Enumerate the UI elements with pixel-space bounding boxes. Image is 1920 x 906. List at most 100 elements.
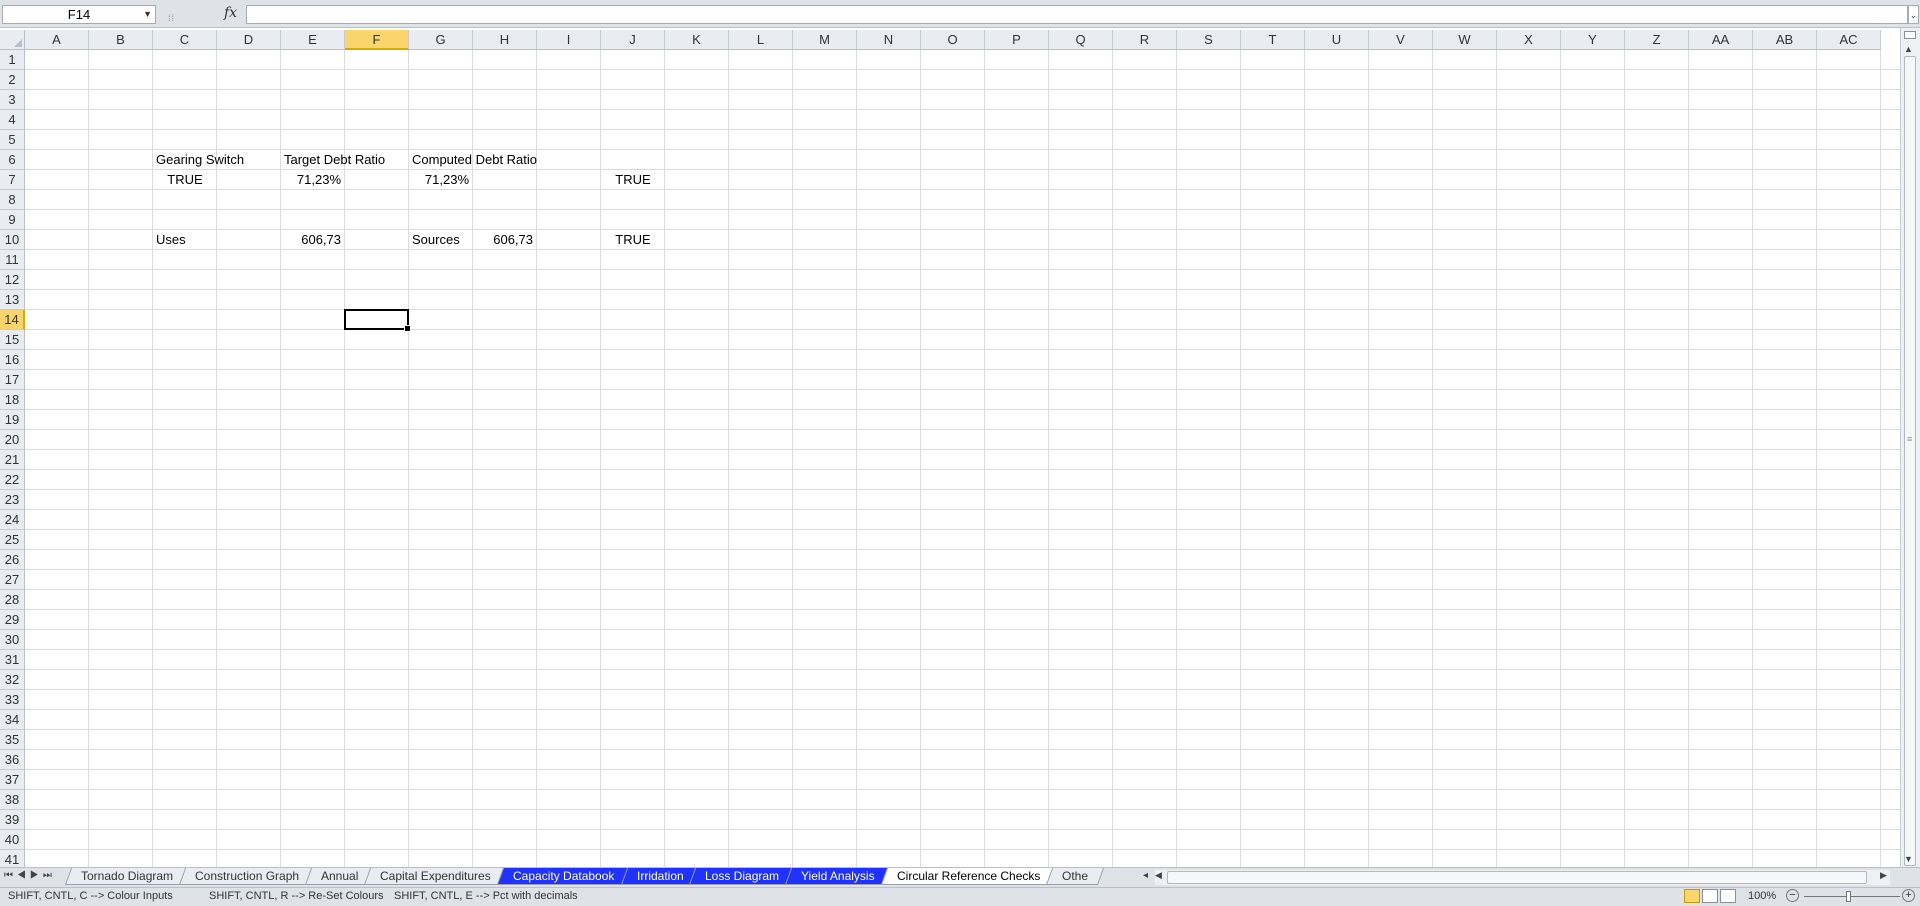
row-header[interactable]: 29 xyxy=(0,610,25,630)
row-header[interactable]: 32 xyxy=(0,670,25,690)
sheet-tab[interactable]: Tornado Diagram xyxy=(64,868,190,885)
column-header[interactable]: Q xyxy=(1049,30,1113,50)
sheet-tab[interactable]: Othe xyxy=(1046,868,1105,885)
row-header[interactable]: 23 xyxy=(0,490,25,510)
column-header[interactable]: R xyxy=(1113,30,1177,50)
column-header[interactable]: U xyxy=(1305,30,1369,50)
column-header[interactable]: Y xyxy=(1561,30,1625,50)
scroll-up-icon[interactable]: ▲ xyxy=(1904,44,1913,54)
column-header[interactable]: Z xyxy=(1625,30,1689,50)
column-header[interactable]: AB xyxy=(1753,30,1817,50)
cell-g7[interactable]: 71,23% xyxy=(409,170,469,190)
cell-h10[interactable]: 606,73 xyxy=(473,230,533,250)
column-header[interactable]: P xyxy=(985,30,1049,50)
scroll-left-icon[interactable]: ◀ xyxy=(1155,870,1162,881)
column-header[interactable]: T xyxy=(1241,30,1305,50)
horizontal-scroll-thumb[interactable] xyxy=(1167,871,1867,884)
row-header[interactable]: 30 xyxy=(0,630,25,650)
column-header[interactable]: L xyxy=(729,30,793,50)
cell-c10[interactable]: Uses xyxy=(156,230,186,250)
last-sheet-icon[interactable]: ⏭ xyxy=(43,870,56,881)
row-header[interactable]: 33 xyxy=(0,690,25,710)
column-header[interactable]: V xyxy=(1369,30,1433,50)
insert-function-icon[interactable]: fx xyxy=(224,5,237,21)
column-header[interactable]: C xyxy=(153,30,217,50)
row-header[interactable]: 17 xyxy=(0,370,25,390)
column-header[interactable]: K xyxy=(665,30,729,50)
zoom-in-icon[interactable]: + xyxy=(1902,889,1915,902)
column-header[interactable]: AC xyxy=(1817,30,1881,50)
row-header[interactable]: 9 xyxy=(0,210,25,230)
row-header[interactable]: 28 xyxy=(0,590,25,610)
zoom-slider-thumb[interactable] xyxy=(1846,891,1851,902)
row-header[interactable]: 16 xyxy=(0,350,25,370)
normal-view-icon[interactable] xyxy=(1684,889,1700,903)
column-header[interactable]: A xyxy=(25,30,89,50)
row-header[interactable]: 22 xyxy=(0,470,25,490)
sheet-tab[interactable]: Irridation xyxy=(620,868,700,885)
row-header[interactable]: 24 xyxy=(0,510,25,530)
formula-input[interactable] xyxy=(246,5,1908,24)
column-header[interactable]: N xyxy=(857,30,921,50)
zoom-out-icon[interactable]: − xyxy=(1786,889,1799,902)
column-header[interactable]: S xyxy=(1177,30,1241,50)
vertical-scroll-thumb[interactable] xyxy=(1904,56,1916,866)
cell-g6[interactable]: Computed Debt Ratio xyxy=(412,150,537,170)
row-header[interactable]: 15 xyxy=(0,330,25,350)
row-header[interactable]: 39 xyxy=(0,810,25,830)
row-header[interactable]: 4 xyxy=(0,110,25,130)
column-header[interactable]: I xyxy=(537,30,601,50)
cell-e6[interactable]: Target Debt Ratio xyxy=(284,150,385,170)
horizontal-scrollbar[interactable]: ◀ ▶ xyxy=(1155,870,1890,885)
sheet-tab[interactable]: Capacity Databook xyxy=(497,868,631,885)
row-header[interactable]: 27 xyxy=(0,570,25,590)
column-header[interactable]: F xyxy=(345,30,409,50)
row-header[interactable]: 40 xyxy=(0,830,25,850)
page-break-view-icon[interactable] xyxy=(1720,889,1736,903)
row-header[interactable]: 6 xyxy=(0,150,25,170)
row-header[interactable]: 14 xyxy=(0,310,25,330)
chevron-down-icon[interactable]: ▼ xyxy=(143,6,152,23)
row-header[interactable]: 7 xyxy=(0,170,25,190)
tab-navigation-icons[interactable]: ⏮◀▶⏭ xyxy=(4,870,56,881)
row-header[interactable]: 1 xyxy=(0,50,25,70)
cell-e7[interactable]: 71,23% xyxy=(281,170,341,190)
cell-g10[interactable]: Sources xyxy=(412,230,460,250)
row-header[interactable]: 21 xyxy=(0,450,25,470)
cell-c7[interactable]: TRUE xyxy=(153,170,217,190)
row-header[interactable]: 2 xyxy=(0,70,25,90)
prev-sheet-icon[interactable]: ◀ xyxy=(17,870,30,881)
column-header[interactable]: W xyxy=(1433,30,1497,50)
cell-e10[interactable]: 606,73 xyxy=(281,230,341,250)
column-header[interactable]: D xyxy=(217,30,281,50)
column-header[interactable]: J xyxy=(601,30,665,50)
row-header[interactable]: 25 xyxy=(0,530,25,550)
row-header[interactable]: 31 xyxy=(0,650,25,670)
row-header[interactable]: 34 xyxy=(0,710,25,730)
row-header[interactable]: 10 xyxy=(0,230,25,250)
cell-j7[interactable]: TRUE xyxy=(601,170,665,190)
cell-area[interactable]: Gearing Switch Target Debt Ratio Computed … xyxy=(25,50,1900,870)
column-header[interactable]: G xyxy=(409,30,473,50)
next-sheet-icon[interactable]: ▶ xyxy=(30,870,43,881)
vertical-scrollbar[interactable]: ▲ ≡ ▼ xyxy=(1900,28,1920,868)
row-header[interactable]: 19 xyxy=(0,410,25,430)
first-sheet-icon[interactable]: ⏮ xyxy=(4,870,17,881)
scroll-right-icon[interactable]: ▶ xyxy=(1880,870,1887,881)
cell-j10[interactable]: TRUE xyxy=(601,230,665,250)
sheet-tab[interactable]: Loss Diagram xyxy=(689,868,796,885)
row-header[interactable]: 20 xyxy=(0,430,25,450)
row-header[interactable]: 38 xyxy=(0,790,25,810)
tab-split-icon[interactable]: ◂ xyxy=(1143,870,1148,881)
column-header[interactable]: X xyxy=(1497,30,1561,50)
name-box[interactable]: F14 ▼ xyxy=(2,5,156,24)
formula-expand-icon[interactable]: ⌄ xyxy=(1908,5,1919,24)
row-header[interactable]: 35 xyxy=(0,730,25,750)
row-header[interactable]: 26 xyxy=(0,550,25,570)
row-header[interactable]: 11 xyxy=(0,250,25,270)
formula-bar-grip-icon[interactable]: ⁞⁞ xyxy=(168,13,175,23)
split-box-icon[interactable] xyxy=(1904,31,1916,39)
column-header[interactable]: H xyxy=(473,30,537,50)
row-header[interactable]: 13 xyxy=(0,290,25,310)
column-header[interactable]: B xyxy=(89,30,153,50)
